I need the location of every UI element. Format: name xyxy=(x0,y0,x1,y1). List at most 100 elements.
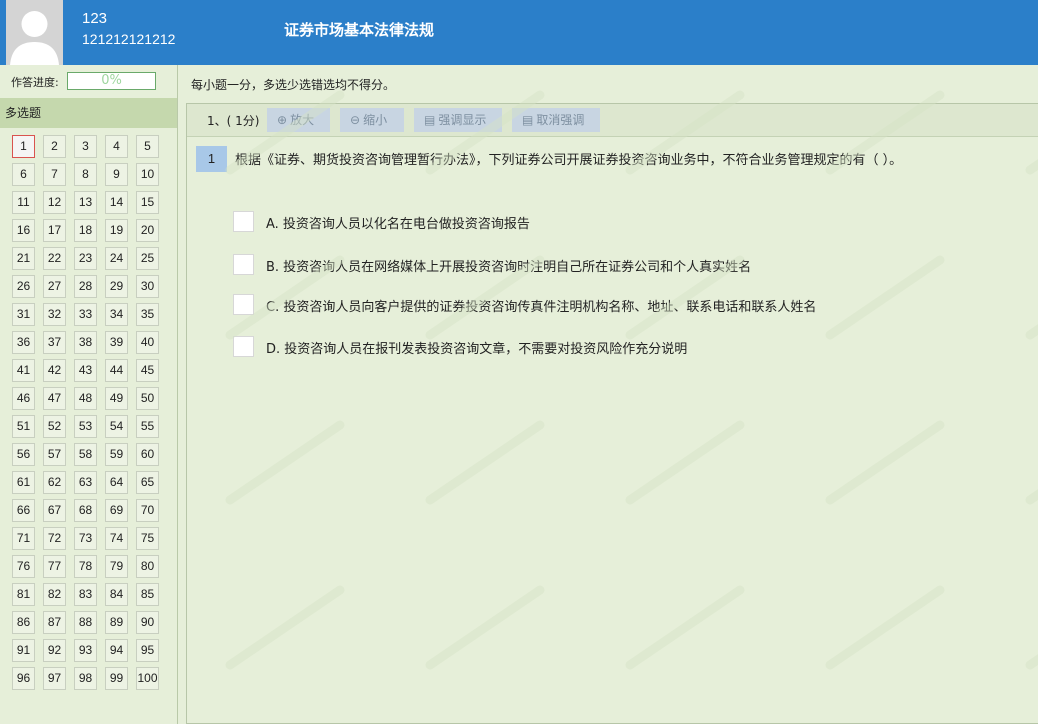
question-nav-item[interactable]: 35 xyxy=(136,303,159,326)
question-nav-item[interactable]: 34 xyxy=(105,303,128,326)
question-nav-item[interactable]: 72 xyxy=(43,527,66,550)
question-nav-item[interactable]: 32 xyxy=(43,303,66,326)
question-nav-item[interactable]: 21 xyxy=(12,247,35,270)
question-nav-item[interactable]: 64 xyxy=(105,471,128,494)
question-nav-item[interactable]: 33 xyxy=(74,303,97,326)
question-nav-item[interactable]: 42 xyxy=(43,359,66,382)
cancel-highlight-button[interactable]: ▤ 取消强调 xyxy=(512,108,600,132)
question-nav-item[interactable]: 78 xyxy=(74,555,97,578)
question-nav-item[interactable]: 3 xyxy=(74,135,97,158)
question-nav-item[interactable]: 76 xyxy=(12,555,35,578)
question-nav-item[interactable]: 69 xyxy=(105,499,128,522)
question-nav-item[interactable]: 36 xyxy=(12,331,35,354)
question-nav-item[interactable]: 92 xyxy=(43,639,66,662)
question-nav-item[interactable]: 84 xyxy=(105,583,128,606)
question-nav-item[interactable]: 2 xyxy=(43,135,66,158)
question-nav-item[interactable]: 91 xyxy=(12,639,35,662)
question-nav-item[interactable]: 87 xyxy=(43,611,66,634)
question-nav-item[interactable]: 27 xyxy=(43,275,66,298)
question-nav-item[interactable]: 19 xyxy=(105,219,128,242)
question-nav-item[interactable]: 54 xyxy=(105,415,128,438)
question-nav-item[interactable]: 45 xyxy=(136,359,159,382)
question-nav-item[interactable]: 61 xyxy=(12,471,35,494)
option-b-checkbox[interactable] xyxy=(233,254,254,275)
question-nav-item[interactable]: 74 xyxy=(105,527,128,550)
question-nav-item[interactable]: 49 xyxy=(105,387,128,410)
question-nav-item[interactable]: 79 xyxy=(105,555,128,578)
question-nav-item[interactable]: 26 xyxy=(12,275,35,298)
question-nav-item[interactable]: 89 xyxy=(105,611,128,634)
question-nav-item[interactable]: 73 xyxy=(74,527,97,550)
enlarge-button[interactable]: ⊕ 放大 xyxy=(267,108,330,132)
question-nav-item[interactable]: 38 xyxy=(74,331,97,354)
question-nav-item[interactable]: 5 xyxy=(136,135,159,158)
question-nav-item[interactable]: 29 xyxy=(105,275,128,298)
question-nav-item[interactable]: 90 xyxy=(136,611,159,634)
question-nav-item[interactable]: 44 xyxy=(105,359,128,382)
question-nav-item[interactable]: 71 xyxy=(12,527,35,550)
question-nav-item[interactable]: 56 xyxy=(12,443,35,466)
option-a-checkbox[interactable] xyxy=(233,211,254,232)
question-nav-item[interactable]: 96 xyxy=(12,667,35,690)
highlight-button[interactable]: ▤ 强调显示 xyxy=(414,108,502,132)
question-nav-item[interactable]: 52 xyxy=(43,415,66,438)
question-nav-item[interactable]: 41 xyxy=(12,359,35,382)
question-nav-item[interactable]: 4 xyxy=(105,135,128,158)
question-nav-item[interactable]: 30 xyxy=(136,275,159,298)
question-nav-item[interactable]: 66 xyxy=(12,499,35,522)
question-nav-item[interactable]: 81 xyxy=(12,583,35,606)
question-nav-item[interactable]: 48 xyxy=(74,387,97,410)
question-nav-item[interactable]: 17 xyxy=(43,219,66,242)
question-nav-item[interactable]: 40 xyxy=(136,331,159,354)
question-nav-item[interactable]: 6 xyxy=(12,163,35,186)
question-nav-item[interactable]: 85 xyxy=(136,583,159,606)
question-nav-item[interactable]: 99 xyxy=(105,667,128,690)
question-nav-item[interactable]: 11 xyxy=(12,191,35,214)
question-nav-item[interactable]: 57 xyxy=(43,443,66,466)
question-nav-item[interactable]: 88 xyxy=(74,611,97,634)
question-nav-item[interactable]: 75 xyxy=(136,527,159,550)
question-nav-item[interactable]: 10 xyxy=(136,163,159,186)
question-nav-item[interactable]: 59 xyxy=(105,443,128,466)
question-nav-item[interactable]: 80 xyxy=(136,555,159,578)
question-nav-item[interactable]: 20 xyxy=(136,219,159,242)
question-nav-item[interactable]: 70 xyxy=(136,499,159,522)
question-nav-item[interactable]: 7 xyxy=(43,163,66,186)
shrink-button[interactable]: ⊖ 缩小 xyxy=(340,108,404,132)
question-nav-item[interactable]: 65 xyxy=(136,471,159,494)
question-nav-item[interactable]: 67 xyxy=(43,499,66,522)
question-nav-item[interactable]: 55 xyxy=(136,415,159,438)
question-nav-item[interactable]: 1 xyxy=(12,135,35,158)
question-nav-item[interactable]: 24 xyxy=(105,247,128,270)
question-nav-item[interactable]: 50 xyxy=(136,387,159,410)
question-nav-item[interactable]: 43 xyxy=(74,359,97,382)
question-nav-item[interactable]: 18 xyxy=(74,219,97,242)
question-nav-item[interactable]: 63 xyxy=(74,471,97,494)
question-nav-item[interactable]: 23 xyxy=(74,247,97,270)
question-nav-item[interactable]: 53 xyxy=(74,415,97,438)
question-nav-item[interactable]: 12 xyxy=(43,191,66,214)
question-nav-item[interactable]: 68 xyxy=(74,499,97,522)
question-nav-item[interactable]: 60 xyxy=(136,443,159,466)
option-c-checkbox[interactable] xyxy=(233,294,254,315)
option-d-checkbox[interactable] xyxy=(233,336,254,357)
question-nav-item[interactable]: 28 xyxy=(74,275,97,298)
question-nav-item[interactable]: 97 xyxy=(43,667,66,690)
question-nav-item[interactable]: 86 xyxy=(12,611,35,634)
question-nav-item[interactable]: 15 xyxy=(136,191,159,214)
question-nav-item[interactable]: 9 xyxy=(105,163,128,186)
question-nav-item[interactable]: 58 xyxy=(74,443,97,466)
question-nav-item[interactable]: 37 xyxy=(43,331,66,354)
question-nav-item[interactable]: 13 xyxy=(74,191,97,214)
question-nav-item[interactable]: 83 xyxy=(74,583,97,606)
question-nav-item[interactable]: 8 xyxy=(74,163,97,186)
question-nav-item[interactable]: 22 xyxy=(43,247,66,270)
question-nav-item[interactable]: 46 xyxy=(12,387,35,410)
question-nav-item[interactable]: 14 xyxy=(105,191,128,214)
question-nav-item[interactable]: 16 xyxy=(12,219,35,242)
question-nav-item[interactable]: 51 xyxy=(12,415,35,438)
question-nav-item[interactable]: 62 xyxy=(43,471,66,494)
question-nav-item[interactable]: 47 xyxy=(43,387,66,410)
question-nav-item[interactable]: 93 xyxy=(74,639,97,662)
question-nav-item[interactable]: 31 xyxy=(12,303,35,326)
